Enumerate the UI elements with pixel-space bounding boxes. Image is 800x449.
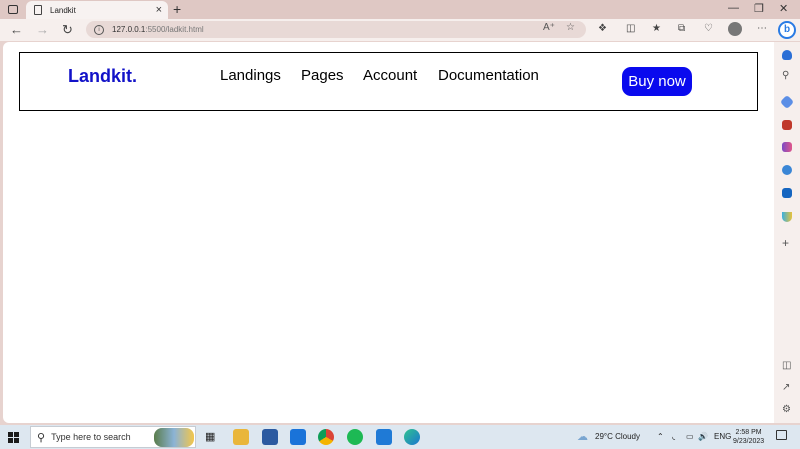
browser-tab-active[interactable]: Landkit × — [26, 1, 168, 19]
weather-cloud-icon: ☁ — [577, 431, 588, 443]
tools-briefcase-icon[interactable] — [782, 120, 792, 130]
network-icon[interactable]: ◟ — [672, 432, 675, 441]
more-options-icon[interactable]: ⋯ — [757, 23, 767, 34]
taskbar-clock[interactable]: 2:58 PM 9/23/2023 — [733, 428, 764, 446]
edge-icon[interactable] — [404, 429, 420, 445]
sidebar-search-icon[interactable]: ⚲ — [782, 70, 789, 81]
weather-text[interactable]: 29°C Cloudy — [595, 432, 640, 441]
nav-link-landings[interactable]: Landings — [220, 67, 281, 84]
browser-toolbar: ← → ↻ i 127.0.0.1:5500/ladkit.html A⁺ ☆ … — [0, 19, 800, 41]
tab-close-icon[interactable]: × — [156, 4, 162, 16]
notification-bell-icon[interactable] — [782, 50, 792, 60]
refresh-icon[interactable]: ↻ — [62, 21, 73, 39]
url-host: 127.0.0.1 — [112, 25, 146, 34]
site-navbar: Landkit. Landings Pages Account Document… — [19, 52, 758, 111]
profile-avatar[interactable] — [728, 22, 742, 36]
notification-center-icon[interactable] — [776, 430, 787, 440]
bing-copilot-icon[interactable]: b — [778, 21, 796, 39]
file-explorer-icon[interactable] — [233, 429, 249, 445]
clock-date: 9/23/2023 — [733, 438, 765, 445]
shopping-tag-icon[interactable] — [779, 94, 795, 110]
browser-essentials-icon[interactable]: ♡ — [704, 23, 713, 34]
favorite-star-icon[interactable]: ☆ — [566, 22, 575, 33]
volume-icon[interactable]: 🔊 — [698, 432, 708, 441]
back-icon[interactable]: ← — [10, 21, 23, 39]
open-external-icon[interactable]: ↗ — [782, 382, 790, 393]
web-viewport: Landkit. Landings Pages Account Document… — [3, 42, 774, 423]
edge-sidebar: ⚲ + ◫ ↗ ⚙ — [774, 42, 800, 423]
url-path: :5500/ladkit.html — [145, 25, 204, 34]
chrome-icon[interactable] — [318, 429, 334, 445]
page-favicon-icon — [34, 5, 42, 15]
extensions-icon[interactable]: ❖ — [598, 23, 607, 34]
clock-time: 2:58 PM — [735, 429, 762, 436]
hide-sidebar-icon[interactable]: ◫ — [782, 360, 791, 371]
collections-icon[interactable]: ⧉ — [678, 23, 685, 34]
outlook-icon[interactable] — [782, 188, 792, 198]
taskbar-search-icon: ⚲ — [37, 431, 46, 444]
windows-start-icon[interactable] — [8, 432, 19, 443]
nav-link-pages[interactable]: Pages — [301, 67, 344, 84]
tab-title: Landkit — [50, 5, 76, 15]
search-highlight-icon[interactable] — [154, 428, 194, 447]
window-close-icon[interactable]: ✕ — [779, 2, 788, 15]
minimize-icon[interactable]: — — [728, 2, 739, 14]
sidebar-settings-icon[interactable]: ⚙ — [782, 404, 791, 415]
spotify-icon[interactable] — [347, 429, 363, 445]
favorites-icon[interactable]: ★ — [652, 23, 661, 34]
browser-title-bar: Landkit × + — ❐ ✕ — [0, 0, 800, 19]
nav-link-account[interactable]: Account — [363, 67, 417, 84]
nav-link-documentation[interactable]: Documentation — [438, 67, 539, 84]
split-screen-icon[interactable]: ◫ — [626, 23, 635, 34]
site-info-icon[interactable]: i — [94, 24, 104, 35]
mail-icon[interactable] — [290, 429, 306, 445]
microsoft-store-icon[interactable] — [262, 429, 278, 445]
read-aloud-icon[interactable]: A⁺ — [543, 22, 555, 33]
restore-icon[interactable]: ❐ — [754, 2, 764, 15]
task-view-icon[interactable]: ▦ — [205, 430, 215, 443]
drop-icon[interactable] — [782, 212, 792, 222]
tab-actions-icon[interactable] — [6, 3, 20, 15]
show-hidden-icons[interactable]: ⌃ — [657, 432, 664, 441]
brand-logo[interactable]: Landkit. — [68, 66, 137, 87]
add-sidebar-app-icon[interactable]: + — [782, 236, 789, 250]
language-indicator[interactable]: ENG — [714, 432, 731, 441]
microsoft-365-icon[interactable] — [782, 165, 792, 175]
battery-icon[interactable]: ▭ — [686, 432, 694, 441]
taskbar-search-placeholder: Type here to search — [51, 432, 131, 442]
address-url: 127.0.0.1:5500/ladkit.html — [112, 25, 204, 34]
games-icon[interactable] — [782, 142, 792, 152]
buy-now-button[interactable]: Buy now — [622, 67, 692, 96]
address-bar[interactable]: i 127.0.0.1:5500/ladkit.html — [86, 21, 586, 38]
new-tab-button[interactable]: + — [173, 1, 181, 17]
windows-taskbar: ⚲ Type here to search ▦ ☁ 29°C Cloudy ⌃ … — [0, 425, 800, 449]
vscode-icon[interactable] — [376, 429, 392, 445]
forward-icon[interactable]: → — [36, 21, 49, 39]
taskbar-search-box[interactable]: ⚲ Type here to search — [30, 426, 196, 448]
